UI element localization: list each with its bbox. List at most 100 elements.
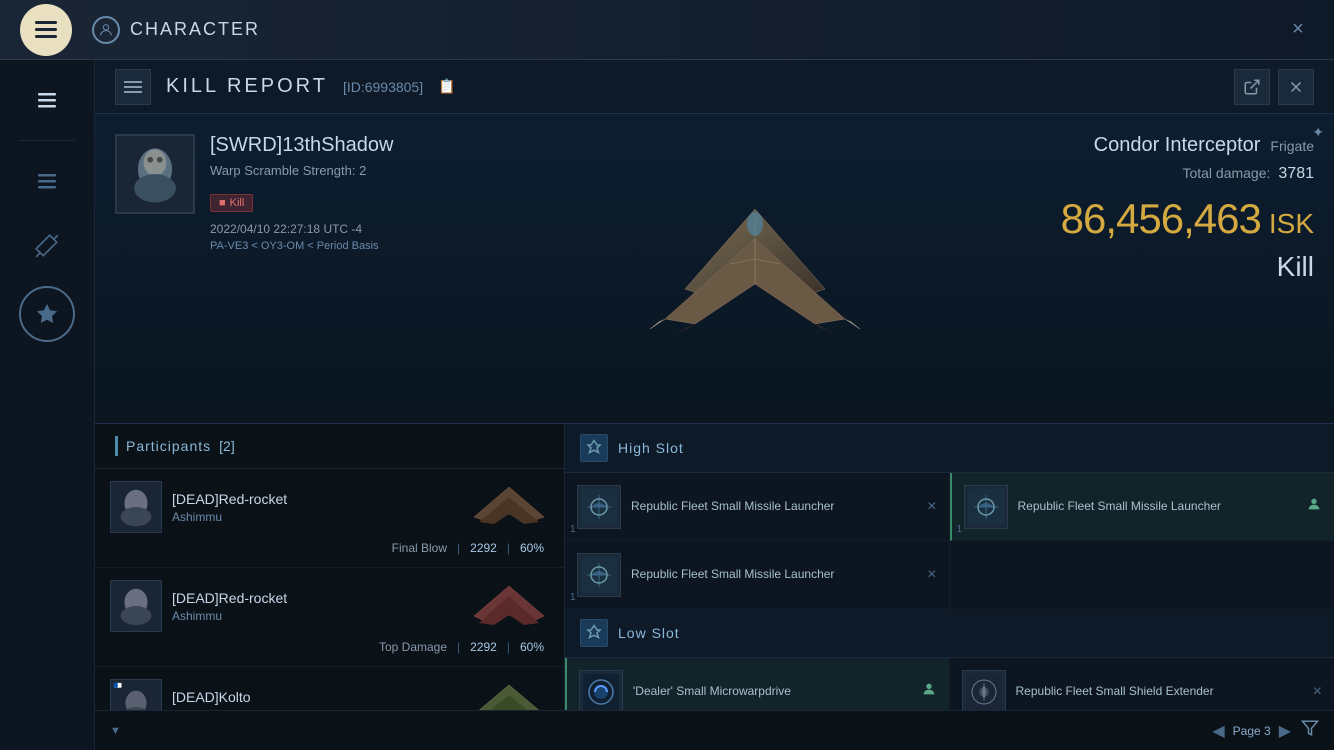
menu-circle-button[interactable] [20,4,72,56]
kill-report-title: KILL REPORT [166,75,328,98]
pilot-avatar [115,134,195,214]
participant-ship: Ashimmu [172,510,459,524]
slot-item: 1 Republic Fleet Small Missile Launcher … [565,473,950,541]
page-navigation: ◀ Page 3 ▶ [1212,721,1291,741]
info-bar: [SWRD]13thShadow Warp Scramble Strength:… [95,114,1334,424]
person-icon [921,681,937,702]
ship-type: Frigate [1270,138,1314,154]
sidebar-menu-icon[interactable] [22,75,72,125]
participants-title: Participants [126,438,211,454]
top-close-button[interactable]: × [1282,14,1314,46]
ship-center [495,114,1014,423]
close-icon[interactable]: × [927,498,936,516]
kr-menu-button[interactable] [115,69,151,105]
participant-details: [DEAD]Red-rocket Ashimmu [172,491,459,524]
item-icon [964,485,1008,529]
participants-accent [115,436,118,456]
avatar [110,481,162,533]
sidebar-menu2-icon[interactable] [22,156,72,206]
sidebar-star-icon[interactable] [19,286,75,342]
kr-close-button[interactable] [1278,69,1314,105]
kr-export-button[interactable] [1234,69,1270,105]
total-damage-value: 3781 [1278,165,1314,183]
item-name: Republic Fleet Small Shield Extender [1016,683,1303,700]
ship-image [615,169,895,369]
kill-badge: ■ Kill [210,194,253,212]
close-icon[interactable]: × [927,566,936,584]
character-icon [92,16,120,44]
participant-top: [DEAD]Red-rocket Ashimmu [110,481,549,533]
stat-percent: 60% [520,541,544,555]
person-icon [1306,496,1322,517]
high-slot-title: High Slot [618,440,684,456]
avatar [110,580,162,632]
high-slot-header: High Slot [565,424,1334,473]
ship-name: Condor Interceptor [1094,134,1261,157]
main-panel: KILL REPORT [ID:6993805] 📋 [95,60,1334,750]
high-slot-icon [580,434,608,462]
top-bar: CHARACTER × [0,0,1334,60]
kill-report-id: [ID:6993805] [343,79,423,95]
prev-page-button[interactable]: ◀ [1212,721,1224,741]
next-page-button[interactable]: ▶ [1279,721,1291,741]
stat-label: Top Damage [379,640,447,654]
participant-name: [DEAD]Kolto [172,689,459,705]
left-sidebar [0,60,95,750]
item-icon [579,670,623,714]
list-item: [DEAD]Red-rocket Ashimmu Final Blow | [95,469,564,568]
stat-damage: 2292 [470,541,497,555]
page-label: Page 3 [1233,724,1271,738]
pilot-info: [SWRD]13thShadow Warp Scramble Strength:… [210,134,475,252]
sidebar-divider-1 [19,140,75,141]
bottom-bar: ▼ ◀ Page 3 ▶ [95,710,1334,750]
participant-stats: Final Blow | 2292 | 60% [110,541,549,555]
low-slot-title: Low Slot [618,625,680,641]
kill-location: PA-VE3 < OY3-OM < Period Basis [210,240,475,252]
item-name: Republic Fleet Small Missile Launcher [1018,498,1297,515]
stat-label: Final Blow [392,541,447,555]
bottom-section: Participants [2] [DEAD]Red-rocket [95,424,1334,750]
victim-info: [SWRD]13thShadow Warp Scramble Strength:… [95,114,495,423]
stat-percent: 60% [520,640,544,654]
participant-ship: Ashimmu [172,609,459,623]
isk-row: 86,456,463 ISK [1061,195,1314,243]
high-slot-section: High Slot 1 [565,424,1334,609]
fitting-panel: High Slot 1 [565,424,1334,750]
participant-details: [DEAD]Red-rocket Ashimmu [172,590,459,623]
item-name: Republic Fleet Small Missile Launcher [631,498,917,515]
item-icon [577,553,621,597]
filter-button[interactable] [1301,719,1319,742]
ship-thumbnail [469,581,549,631]
scroll-hint: ▼ [110,725,121,737]
slot-item: 1 Republic Fleet Small Missile Launcher … [565,541,950,609]
low-slot-icon [580,619,608,647]
list-item: [DEAD]Red-rocket Ashimmu Top Damage | [95,568,564,667]
warp-scramble: Warp Scramble Strength: 2 [210,163,475,178]
sidebar-combat-icon[interactable] [22,221,72,271]
copy-icon[interactable]: 📋 [438,78,455,95]
participants-header: Participants [2] [95,424,564,469]
pilot-section: [SWRD]13thShadow Warp Scramble Strength:… [115,134,475,252]
total-damage-row: Total damage: 3781 [1182,165,1314,183]
ship-thumbnail [469,482,549,532]
close-icon[interactable]: × [1313,683,1322,701]
kill-date: 2022/04/10 22:27:18 UTC -4 [210,222,475,236]
app-title: CHARACTER [130,19,260,40]
participants-count: [2] [219,438,235,454]
item-icon [962,670,1006,714]
app-title-section: CHARACTER [92,16,260,44]
item-name: 'Dealer' Small Microwarpdrive [633,683,911,700]
high-slot-items: 1 Republic Fleet Small Missile Launcher … [565,473,1334,609]
result-label: Kill [1277,251,1314,283]
participant-name: [DEAD]Red-rocket [172,590,459,606]
slot-item: 1 Republic Fleet Small Missile Launcher [950,473,1334,541]
kr-actions [1234,69,1314,105]
pilot-name: [SWRD]13thShadow [210,134,475,157]
hamburger-icon [35,21,57,38]
participant-top: [DEAD]Red-rocket Ashimmu [110,580,549,632]
isk-value: 86,456,463 [1061,195,1261,243]
participant-stats: Top Damage | 2292 | 60% [110,640,549,654]
victim-ship-stats: ✦ Condor Interceptor Frigate Total damag… [1014,114,1334,423]
low-slot-header: Low Slot [565,609,1334,658]
ship-class: Condor Interceptor Frigate [1094,134,1314,157]
